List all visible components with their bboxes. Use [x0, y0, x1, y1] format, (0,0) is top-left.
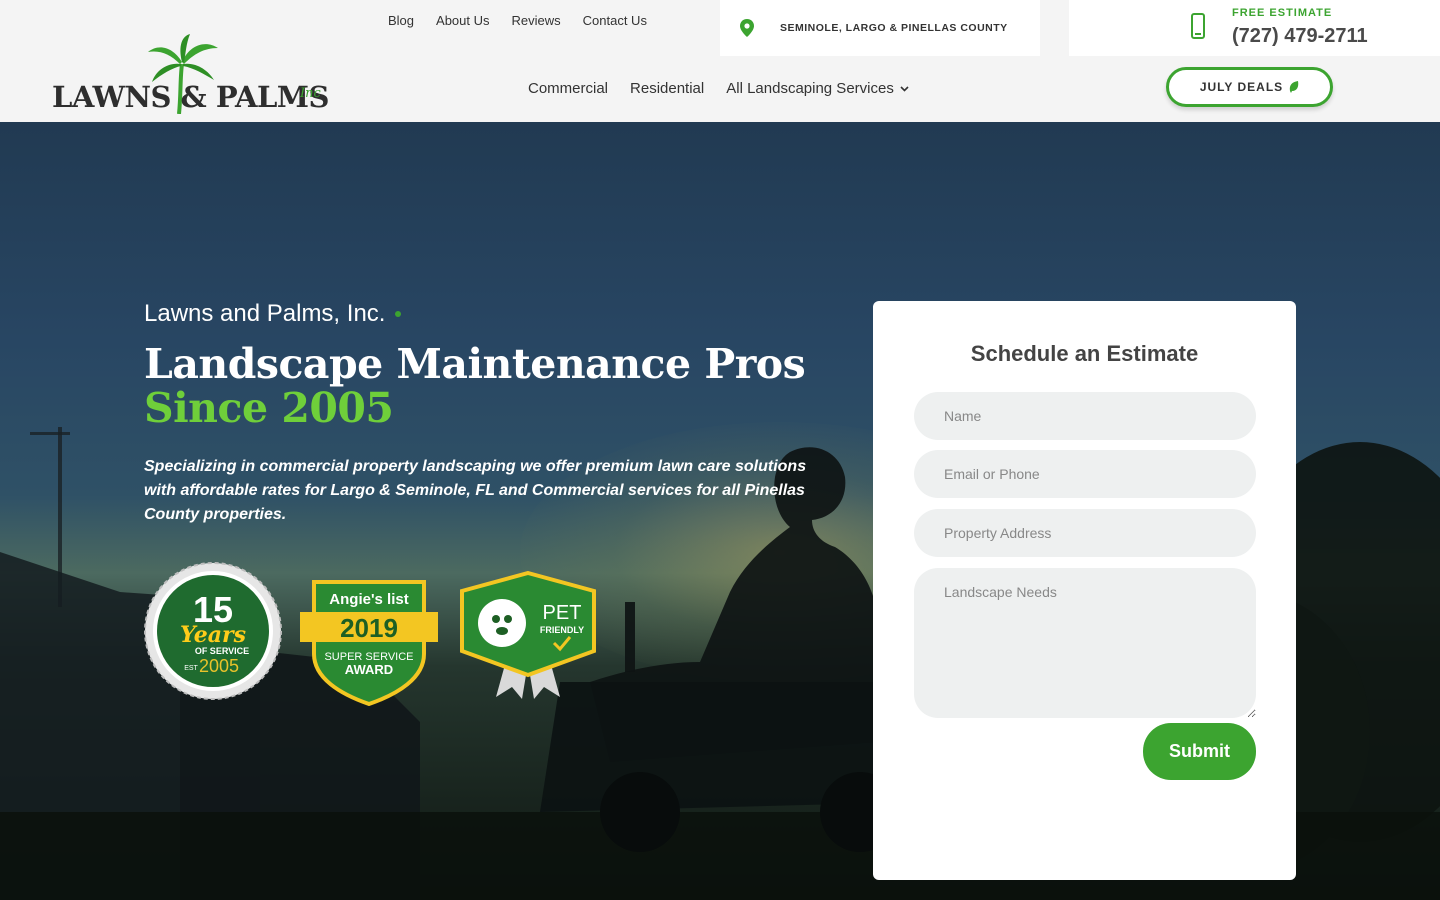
logo-wordmark: LAWNS & PALMS [52, 80, 329, 114]
hero-section: Lawns and Palms, Inc. Landscape Maintena… [0, 122, 1440, 900]
hero-description: Specializing in commercial property land… [144, 458, 807, 523]
badge-pet-line2: FRIENDLY [540, 625, 584, 635]
nav-services-label: All Landscaping Services [726, 80, 894, 97]
angies-list-award-badge: Angie's list 2019 SUPER SERVICE AWARD [300, 580, 438, 706]
tagline-dot [395, 311, 402, 317]
hero-headline-since: Since 2005 [144, 384, 394, 432]
main-nav: Commercial Residential All Landscaping S… [528, 80, 909, 97]
pet-friendly-badge: PET FRIENDLY [460, 571, 596, 699]
badge-est-year: 2005 [199, 656, 239, 676]
site-header: LAWNS & PALMS Inc Blog About Us Reviews … [0, 0, 1440, 122]
nav-reviews[interactable]: Reviews [512, 13, 561, 28]
chevron-down-icon [900, 85, 909, 92]
service-area-text: SEMINOLE, LARGO & PINELLAS COUNTY [780, 22, 1008, 34]
service-area: SEMINOLE, LARGO & PINELLAS COUNTY [720, 0, 1040, 56]
landscape-needs-textarea[interactable] [914, 568, 1256, 718]
july-deals-button[interactable]: JULY DEALS [1166, 67, 1333, 107]
name-input[interactable] [914, 392, 1256, 440]
map-pin-icon [740, 19, 754, 37]
mobile-phone-icon [1191, 13, 1205, 39]
submit-button[interactable]: Submit [1143, 723, 1256, 780]
free-estimate-label: FREE ESTIMATE [1232, 7, 1333, 19]
form-title: Schedule an Estimate [970, 341, 1199, 366]
property-address-input[interactable] [914, 509, 1256, 557]
email-or-phone-input[interactable] [914, 450, 1256, 498]
badge-of-service: OF SERVICE [195, 646, 249, 656]
top-nav: Blog About Us Reviews Contact Us [388, 13, 647, 28]
nav-commercial[interactable]: Commercial [528, 80, 608, 97]
badge-angies-year: 2019 [340, 613, 398, 643]
logo-inc: Inc [300, 86, 321, 101]
badge-est: EST [184, 665, 198, 672]
lawns-and-palms-logo[interactable]: LAWNS & PALMS Inc [52, 34, 342, 114]
nav-blog[interactable]: Blog [388, 13, 414, 28]
company-tagline: Lawns and Palms, Inc. [144, 300, 402, 328]
15-years-service-badge: 15 Years OF SERVICE EST 2005 [144, 562, 282, 700]
badge-angies-line2: AWARD [345, 662, 393, 677]
leaf-icon [1289, 81, 1299, 93]
july-deals-label: JULY DEALS [1199, 80, 1284, 94]
estimate-form: Schedule an Estimate Submit [873, 301, 1296, 880]
hero-headline: Landscape Maintenance Pros [144, 340, 806, 388]
nav-all-landscaping-services[interactable]: All Landscaping Services [726, 80, 909, 97]
nav-residential[interactable]: Residential [630, 80, 704, 97]
badge-angies-brand: Angie's list [329, 591, 408, 608]
tagline-text: Lawns and Palms, Inc. [144, 300, 386, 327]
phone-contact[interactable]: FREE ESTIMATE (727) 479-2711 [1069, 0, 1440, 56]
phone-number[interactable]: (727) 479-2711 [1232, 25, 1368, 48]
nav-about-us[interactable]: About Us [436, 13, 489, 28]
badge-pet-line1: PET [543, 602, 582, 624]
nav-contact-us[interactable]: Contact Us [583, 13, 647, 28]
badge-years-word: Years [180, 622, 246, 648]
